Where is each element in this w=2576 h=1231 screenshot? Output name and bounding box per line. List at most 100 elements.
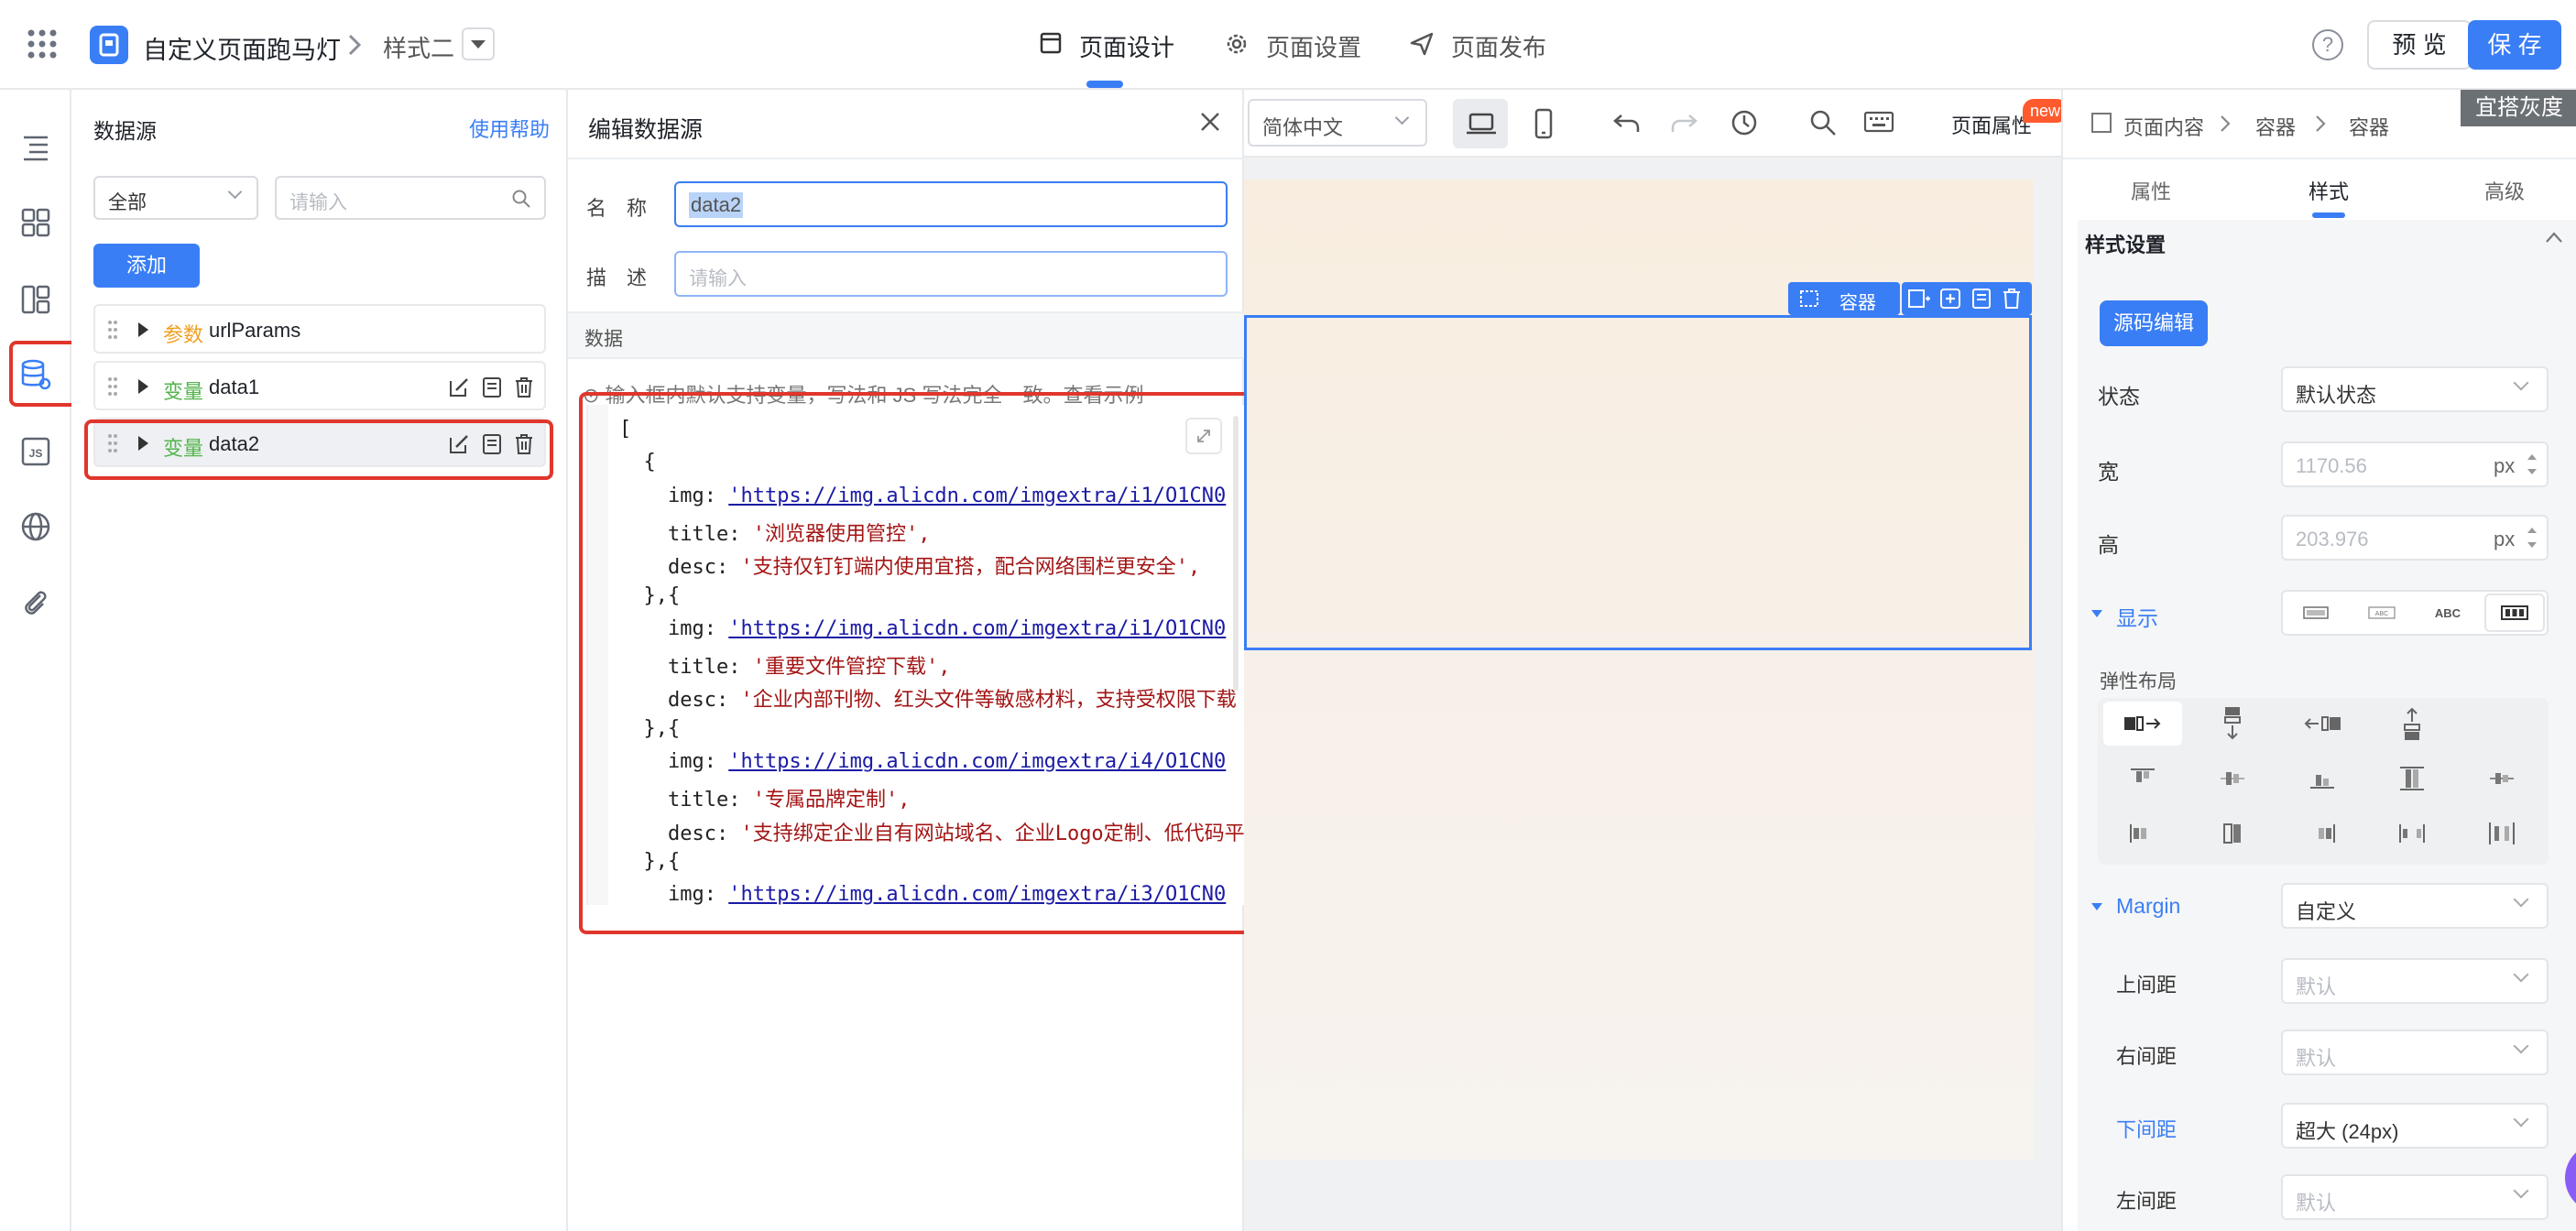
page-design-icon <box>1040 32 1062 54</box>
gear-icon <box>1227 34 1247 54</box>
justify-end-icon[interactable] <box>2283 812 2362 855</box>
add-inside-icon[interactable] <box>1938 288 1962 310</box>
align-baseline-icon[interactable] <box>2462 757 2541 801</box>
desc-input[interactable]: 请输入 <box>674 251 1228 297</box>
margin-label[interactable]: Margin <box>2116 894 2180 919</box>
display-inline-block-option[interactable]: ABC <box>2351 594 2413 632</box>
gray-release-label: 宜搭灰度 <box>2461 90 2576 126</box>
style-name[interactable]: 样式二 <box>383 30 454 64</box>
margin-left-select[interactable]: 默认 <box>2281 1174 2549 1220</box>
redo-icon[interactable] <box>1669 112 1698 134</box>
align-center-icon[interactable] <box>2193 757 2272 801</box>
language-select[interactable]: 简体中文 <box>1248 99 1427 147</box>
breadcrumb-item[interactable]: 容器 <box>2255 112 2296 141</box>
help-link[interactable]: 使用帮助 <box>469 114 550 143</box>
height-unit: px <box>2494 528 2516 550</box>
copy-icon[interactable] <box>1970 288 1993 310</box>
caret-down-icon[interactable] <box>2090 608 2103 619</box>
align-end-icon[interactable] <box>2283 757 2362 801</box>
outline-tree-icon[interactable] <box>13 125 59 170</box>
expand-caret-icon[interactable] <box>136 321 150 339</box>
tab-label: 页面发布 <box>1451 34 1547 61</box>
chevron-down-icon <box>227 184 243 200</box>
stepper-icon[interactable] <box>2525 522 2539 553</box>
container-tag[interactable]: 容器 <box>1788 282 1900 315</box>
datasource-item-urlparams[interactable]: 参数 urlParams <box>93 304 546 354</box>
align-stretch-icon[interactable] <box>2373 757 2451 801</box>
source-edit-button[interactable]: 源码编辑 <box>2100 300 2208 346</box>
keyboard-icon[interactable] <box>1863 110 1894 134</box>
breadcrumb-item[interactable]: 页面内容 <box>2123 112 2204 141</box>
display-flex-option[interactable] <box>2484 594 2545 632</box>
justify-start-icon[interactable] <box>2103 812 2182 855</box>
flex-direction-row-icon[interactable] <box>2103 702 2182 746</box>
mobile-view-icon[interactable] <box>1534 108 1554 139</box>
selected-container-outline[interactable] <box>1244 315 2032 650</box>
justify-center-icon[interactable] <box>2193 812 2272 855</box>
tab-attributes[interactable]: 属性 <box>2131 176 2171 205</box>
history-icon[interactable] <box>1730 108 1759 137</box>
globe-icon[interactable] <box>13 504 59 550</box>
tab-advanced[interactable]: 高级 <box>2484 176 2525 205</box>
caret-down-icon[interactable] <box>2090 901 2103 912</box>
state-select[interactable]: 默认状态 <box>2281 366 2549 412</box>
height-input[interactable]: 203.976 px <box>2281 515 2549 561</box>
expand-caret-icon[interactable] <box>136 377 150 396</box>
copy-icon[interactable] <box>480 376 504 399</box>
margin-top-select[interactable]: 默认 <box>2281 958 2549 1004</box>
search-icon[interactable] <box>1808 108 1838 137</box>
apps-grid-icon[interactable] <box>26 27 59 60</box>
edit-icon[interactable] <box>447 376 471 399</box>
tab-style[interactable]: 样式 <box>2309 176 2349 205</box>
display-block-option[interactable] <box>2285 594 2347 632</box>
components-icon[interactable] <box>13 200 59 245</box>
drag-handle-icon[interactable] <box>106 376 119 398</box>
add-before-icon[interactable] <box>1907 288 1931 310</box>
flex-direction-column-icon[interactable] <box>2193 702 2272 746</box>
justify-space-between-icon[interactable] <box>2373 812 2451 855</box>
margin-bottom-value: 超大 (24px) <box>2296 1120 2399 1143</box>
design-canvas: 简体中文 页面属性 new 容器 <box>1244 90 2068 1231</box>
delete-icon[interactable] <box>513 376 535 399</box>
style-dropdown-button[interactable] <box>462 27 495 60</box>
data-section-header: 数据 <box>568 311 1244 359</box>
desktop-view-button[interactable] <box>1453 99 1508 148</box>
language-value: 简体中文 <box>1262 116 1344 139</box>
panel-title: 数据源 <box>93 119 157 143</box>
flex-direction-column-reverse-icon[interactable] <box>2373 702 2451 746</box>
stepper-icon[interactable] <box>2525 449 2539 480</box>
layout-icon[interactable] <box>13 277 59 322</box>
close-icon[interactable] <box>1198 110 1222 134</box>
margin-right-select[interactable]: 默认 <box>2281 1029 2549 1075</box>
name-input[interactable]: data2 <box>674 181 1228 227</box>
collapse-icon[interactable] <box>2545 231 2563 244</box>
undo-icon[interactable] <box>1612 112 1642 134</box>
align-start-icon[interactable] <box>2103 757 2182 801</box>
flex-direction-row-reverse-icon[interactable] <box>2283 702 2362 746</box>
top-bar: 自定义页面跑马灯 样式二 页面设计 页面设置 页面发布 ? 预 览 保 存 <box>0 0 2576 90</box>
page-props-button[interactable]: 页面属性 <box>1951 110 2032 139</box>
search-input[interactable]: 请输入 <box>275 176 546 220</box>
filter-select[interactable]: 全部 <box>93 176 258 220</box>
attachment-icon[interactable] <box>13 581 59 626</box>
preview-button[interactable]: 预 览 <box>2367 20 2472 70</box>
justify-space-around-icon[interactable] <box>2462 812 2541 855</box>
container-tag-label: 容器 <box>1839 293 1876 313</box>
margin-mode-select[interactable]: 自定义 <box>2281 883 2549 929</box>
display-inline-option[interactable]: ABC <box>2417 594 2479 632</box>
chevron-down-icon <box>2513 1038 2529 1054</box>
width-input[interactable]: 1170.56 px <box>2281 441 2549 487</box>
margin-right-label: 右间距 <box>2116 1045 2178 1068</box>
datasource-item-data1[interactable]: 变量 data1 <box>93 361 546 410</box>
margin-bottom-select[interactable]: 超大 (24px) <box>2281 1103 2549 1149</box>
breadcrumb-item[interactable]: 容器 <box>2349 112 2389 141</box>
help-button[interactable]: ? <box>2312 29 2343 60</box>
delete-icon[interactable] <box>2001 288 2023 310</box>
drag-handle-icon[interactable] <box>106 319 119 341</box>
js-icon[interactable]: JS <box>13 429 59 474</box>
flex-layout-label: 弹性布局 <box>2100 671 2177 692</box>
add-button[interactable]: 添加 <box>93 244 200 288</box>
save-button[interactable]: 保 存 <box>2468 20 2561 70</box>
edit-datasource-panel: 编辑数据源 名 称 data2 描 述 请输入 数据 ⊙ 输入框内默认支持变量，… <box>568 90 1262 1231</box>
display-label[interactable]: 显示 <box>2116 601 2158 632</box>
